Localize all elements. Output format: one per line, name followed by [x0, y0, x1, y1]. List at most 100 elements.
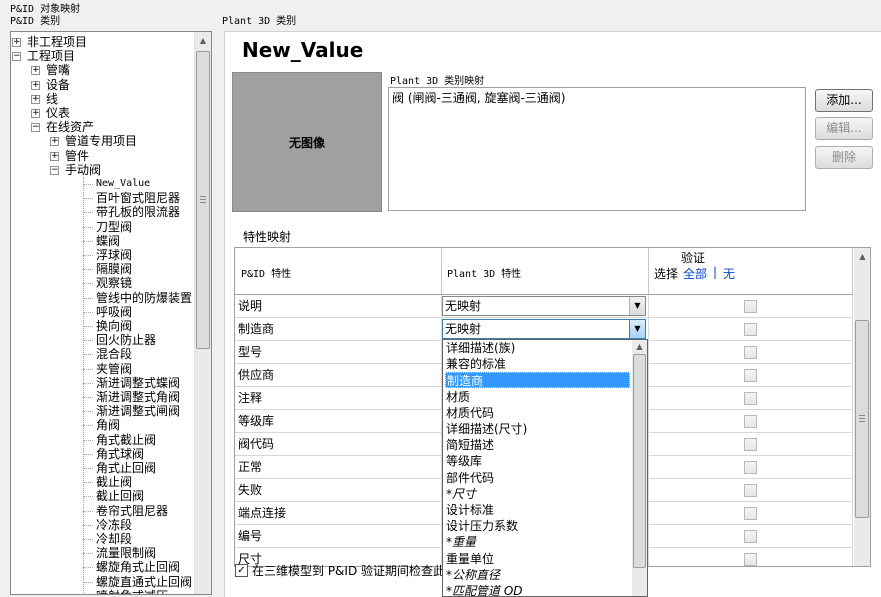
plant3d-property-header[interactable]: Plant 3D 特性 — [442, 248, 649, 295]
tree-item[interactable]: 观察镜 — [96, 276, 132, 290]
tree-item[interactable]: 角阀 — [96, 418, 120, 432]
dropdown-option[interactable]: *重量 — [445, 534, 630, 550]
tree-item[interactable]: 浮球阀 — [96, 248, 132, 262]
chevron-down-icon[interactable]: ▼ — [629, 320, 645, 338]
verify-checkbox[interactable] — [744, 300, 757, 313]
tree-item[interactable]: 刀型阀 — [96, 220, 132, 234]
tree-item[interactable]: 仪表 — [46, 106, 70, 120]
tree-item[interactable]: 角式球阀 — [96, 447, 144, 461]
tree-item[interactable]: 蝶阀 — [96, 234, 120, 248]
tree-item[interactable]: 管线中的防爆装置 — [96, 291, 192, 305]
verify-checkbox[interactable] — [744, 461, 757, 474]
dropdown-option[interactable]: 详细描述(族) — [445, 340, 630, 356]
tree-item[interactable]: 冷冻段 — [96, 518, 132, 532]
tree-item[interactable]: 设备 — [46, 78, 70, 92]
grid-scroll-up-arrow-icon[interactable]: ▲ — [854, 248, 870, 265]
dropdown-option[interactable]: 兼容的标准 — [445, 356, 630, 372]
dropdown-option[interactable]: 重量单位 — [445, 551, 630, 567]
plant3d-property-combobox[interactable]: 无映射 ▼ — [442, 319, 646, 339]
collapse-icon[interactable]: − — [31, 123, 40, 132]
plant3d-property-cell[interactable]: 无映射 ▼ — [442, 318, 649, 341]
verify-checkbox[interactable] — [744, 484, 757, 497]
tree-item[interactable]: 百叶窗式阻尼器 — [96, 191, 180, 205]
tree-item[interactable]: 角式止回阀 — [96, 461, 156, 475]
plant3d-property-combobox[interactable]: 无映射 ▼ — [442, 296, 646, 316]
tree-item[interactable]: 螺旋直通式止回阀 — [96, 575, 192, 589]
verify-check-checkbox[interactable]: ✓ — [235, 564, 248, 577]
tree-item[interactable]: 角式截止阀 — [96, 433, 156, 447]
dropdown-option[interactable]: 材质代码 — [445, 405, 630, 421]
dropdown-scrollbar[interactable]: ▲ — [632, 340, 647, 596]
tree-item[interactable]: 混合段 — [96, 347, 132, 361]
tree-item[interactable]: 管嘴 — [46, 63, 70, 77]
verify-checkbox[interactable] — [744, 530, 757, 543]
pid-property-header[interactable]: P&ID 特性 — [235, 248, 442, 295]
verify-checkbox[interactable] — [744, 392, 757, 405]
grid-vertical-scrollbar[interactable]: ▲ — [854, 248, 870, 566]
tree-item[interactable]: 夹管阀 — [96, 362, 132, 376]
class-mapping-list[interactable]: 阀 (闸阀-三通阀, 旋塞阀-三通阀) — [388, 87, 806, 211]
expand-icon[interactable]: + — [31, 81, 40, 90]
expand-icon[interactable]: + — [50, 152, 59, 161]
collapse-icon[interactable]: − — [12, 52, 21, 61]
tree-item[interactable]: 喷射角式减压 — [96, 589, 168, 594]
plant3d-property-dropdown-list[interactable]: 详细描述(族) 兼容的标准 制造商 材质 材质代码 详细描述(尺寸) 简短描述 等级库 部件代码… — [442, 339, 648, 597]
verify-checkbox[interactable] — [744, 507, 757, 520]
tree-item[interactable]: 截止阀 — [96, 475, 132, 489]
tree-item[interactable]: 手动阀 — [65, 163, 101, 177]
tree-item[interactable]: 呼吸阀 — [96, 305, 132, 319]
tree-item[interactable]: New_Value — [96, 177, 150, 191]
dropdown-option[interactable]: 材质 — [445, 389, 630, 405]
tree-item[interactable]: 管道专用项目 — [65, 134, 137, 148]
expand-icon[interactable]: + — [50, 137, 59, 146]
tree-item[interactable]: 流量限制阀 — [96, 546, 156, 560]
select-all-link[interactable]: 全部 — [683, 265, 707, 282]
plant3d-property-cell[interactable]: 无映射 ▼ — [442, 295, 649, 318]
verify-checkbox[interactable] — [744, 323, 757, 336]
verify-checkbox[interactable] — [744, 415, 757, 428]
dropdown-scroll-up-arrow-icon[interactable]: ▲ — [632, 340, 647, 354]
edit-mapping-button[interactable]: 编辑... — [815, 117, 873, 140]
tree-item[interactable]: 螺旋角式止回阀 — [96, 560, 180, 574]
tree-item[interactable]: 回火防止器 — [96, 333, 156, 347]
pid-class-tree[interactable]: + 非工程项目 − 工程项目 + 管嘴 + 设备 + 线 + 仪表 − 在线资产 + 管道专用项目 + 管件 − 手动… — [10, 31, 212, 595]
select-none-link[interactable]: 无 — [723, 265, 735, 282]
expand-icon[interactable]: + — [31, 66, 40, 75]
dropdown-option[interactable]: 等级库 — [445, 453, 630, 469]
verify-checkbox[interactable] — [744, 369, 757, 382]
dropdown-option[interactable]: 设计压力系数 — [445, 518, 630, 534]
property-row[interactable]: 制造商 无映射 ▼ — [235, 318, 853, 341]
dropdown-option[interactable]: 设计标准 — [445, 502, 630, 518]
tree-vertical-scrollbar[interactable]: ▲ — [194, 32, 211, 594]
chevron-down-icon[interactable]: ▼ — [629, 297, 645, 315]
verify-checkbox[interactable] — [744, 553, 757, 566]
scroll-up-arrow-icon[interactable]: ▲ — [195, 32, 211, 49]
verify-checkbox[interactable] — [744, 438, 757, 451]
dropdown-option[interactable]: 部件代码 — [445, 470, 630, 486]
collapse-icon[interactable]: − — [50, 166, 59, 175]
dropdown-option[interactable]: *尺寸 — [445, 486, 630, 502]
expand-icon[interactable]: + — [31, 95, 40, 104]
dropdown-option[interactable]: *公称直径 — [445, 567, 630, 583]
tree-item[interactable]: 渐进调整式角阀 — [96, 390, 180, 404]
verify-checkbox[interactable] — [744, 346, 757, 359]
dropdown-option[interactable]: 简短描述 — [445, 437, 630, 453]
tree-item[interactable]: 渐进调整式闸阀 — [96, 404, 180, 418]
property-row[interactable]: 说明 无映射 ▼ — [235, 295, 853, 318]
delete-mapping-button[interactable]: 删除 — [815, 146, 873, 169]
tree-item[interactable]: 在线资产 — [46, 120, 94, 134]
class-mapping-value[interactable]: 阀 (闸阀-三通阀, 旋塞阀-三通阀) — [392, 91, 565, 105]
dropdown-scroll-thumb[interactable] — [633, 354, 646, 568]
dropdown-option[interactable]: 详细描述(尺寸) — [445, 421, 630, 437]
add-mapping-button[interactable]: 添加... — [815, 89, 873, 112]
tree-item[interactable]: 换向阀 — [96, 319, 132, 333]
dropdown-option[interactable]: *匹配管道 OD — [445, 583, 630, 596]
tree-item[interactable]: 渐进调整式蝶阀 — [96, 376, 180, 390]
tree-item[interactable]: 非工程项目 — [27, 35, 87, 49]
dropdown-option[interactable]: 制造商 — [445, 372, 630, 388]
expand-icon[interactable]: + — [12, 38, 21, 47]
expand-icon[interactable]: + — [31, 109, 40, 118]
tree-item[interactable]: 工程项目 — [27, 49, 75, 63]
tree-item[interactable]: 线 — [46, 92, 58, 106]
grid-scroll-thumb[interactable] — [855, 320, 869, 518]
